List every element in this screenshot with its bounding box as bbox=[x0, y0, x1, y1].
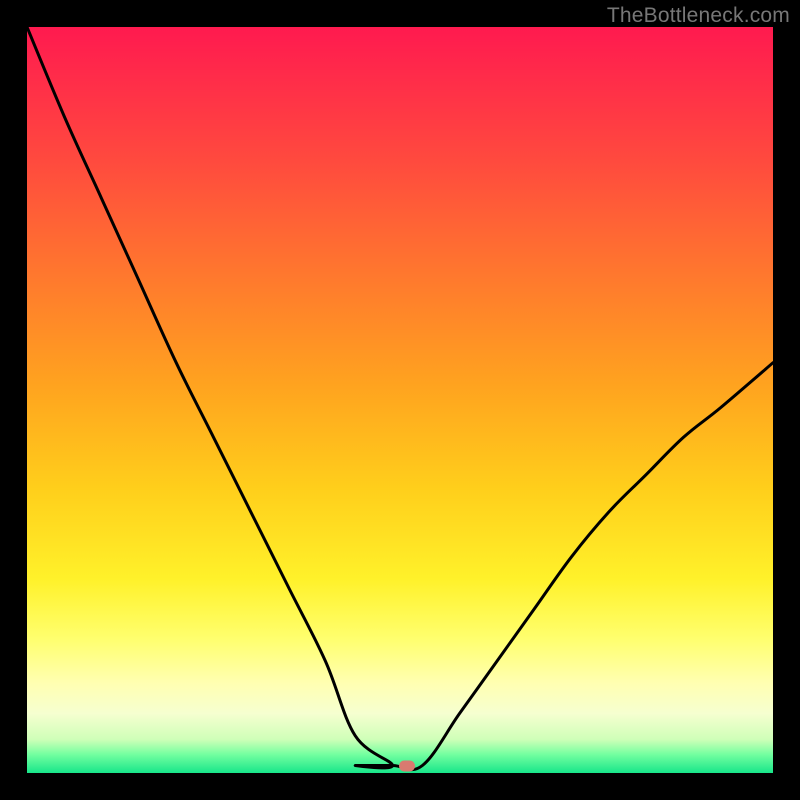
chart-frame: TheBottleneck.com bbox=[0, 0, 800, 800]
optimal-point-marker bbox=[399, 760, 415, 771]
bottleneck-curve bbox=[27, 27, 773, 773]
curve-path bbox=[27, 27, 773, 770]
watermark-text: TheBottleneck.com bbox=[607, 4, 790, 28]
plot-area bbox=[27, 27, 773, 773]
